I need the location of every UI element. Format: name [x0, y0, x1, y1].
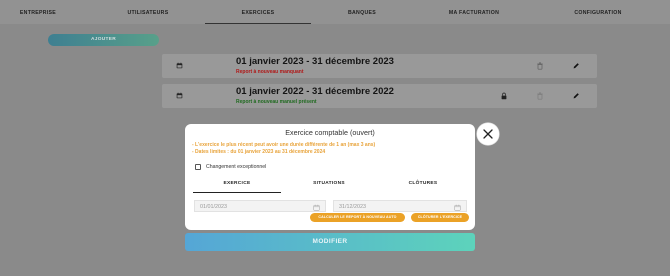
- close-icon: [483, 129, 493, 139]
- modal-tab-situations[interactable]: SITUATIONS: [285, 181, 373, 193]
- lock-icon: [501, 92, 507, 100]
- modal-notes: - L'exercice le plus récent peut avoir u…: [192, 142, 375, 156]
- exercise-modal: Exercice comptable (ouvert) - L'exercice…: [185, 124, 475, 230]
- tab-exercices[interactable]: EXERCICES: [205, 0, 311, 24]
- pencil-icon[interactable]: [572, 62, 580, 70]
- tab-configuration[interactable]: CONFIGURATION: [548, 0, 648, 24]
- note-duration: - L'exercice le plus récent peut avoir u…: [192, 142, 376, 148]
- exercise-title: 01 janvier 2023 - 31 décembre 2023: [236, 56, 394, 67]
- modal-title: Exercice comptable (ouvert): [285, 128, 375, 137]
- modal-tab-exercice[interactable]: EXERCICE: [193, 181, 281, 193]
- tab-entreprise[interactable]: ENTREPRISE: [0, 0, 76, 24]
- tab-banques[interactable]: BANQUES: [310, 0, 414, 24]
- calendar-icon: [176, 92, 183, 99]
- modify-button[interactable]: MODIFIER: [185, 233, 475, 251]
- note-date-limits: - Dates limites : du 01 janvier 2023 au …: [192, 149, 326, 155]
- start-date-field[interactable]: [194, 200, 326, 212]
- end-date-input[interactable]: [339, 201, 439, 212]
- calendar-icon: [176, 62, 183, 69]
- modal-tab-clotures[interactable]: CLÔTURES: [379, 181, 467, 193]
- close-modal-button[interactable]: [477, 123, 499, 145]
- tab-utilisateurs[interactable]: UTILISATEURS: [92, 0, 204, 24]
- trash-icon: [537, 92, 543, 100]
- exceptional-change-toggle[interactable]: Changement exceptionnel: [195, 163, 266, 171]
- top-navigation: ENTREPRISE UTILISATEURS EXERCICES BANQUE…: [0, 0, 670, 24]
- exceptional-change-label: Changement exceptionnel: [206, 164, 267, 170]
- exercise-status: Report à nouveau manuel présent: [236, 99, 317, 105]
- calendar-icon[interactable]: [454, 204, 461, 211]
- end-date-field[interactable]: [333, 200, 467, 212]
- calendar-icon[interactable]: [313, 204, 320, 211]
- exceptional-change-checkbox[interactable]: [195, 164, 201, 170]
- calculate-carryforward-button[interactable]: CALCULER LE REPORT À NOUVEAU AUTO: [310, 213, 405, 222]
- exercise-row: 01 janvier 2023 - 31 décembre 2023 Repor…: [162, 54, 597, 78]
- exercise-row: 01 janvier 2022 - 31 décembre 2022 Repor…: [162, 84, 597, 108]
- tab-ma-facturation[interactable]: MA FACTURATION: [414, 0, 534, 24]
- add-exercise-button[interactable]: AJOUTER: [48, 34, 159, 46]
- trash-icon[interactable]: [536, 62, 544, 70]
- close-exercise-button[interactable]: CLÔTURER L'EXERCICE: [411, 213, 469, 222]
- exercise-title: 01 janvier 2022 - 31 décembre 2022: [236, 86, 394, 97]
- start-date-input[interactable]: [200, 201, 300, 212]
- exercise-status: Report à nouveau manquant: [236, 69, 304, 75]
- pencil-icon[interactable]: [572, 92, 580, 100]
